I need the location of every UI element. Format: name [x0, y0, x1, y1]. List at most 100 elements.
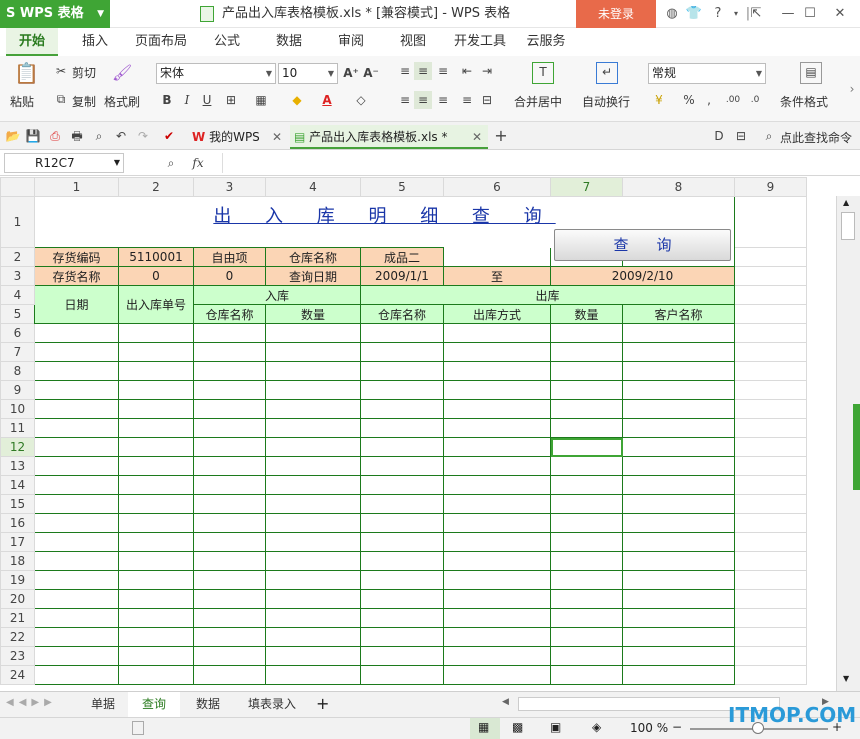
cell[interactable] — [265, 399, 361, 419]
cell[interactable] — [118, 418, 194, 438]
row-header[interactable]: 18 — [0, 551, 35, 571]
scroll-down-icon[interactable]: ▼ — [843, 674, 849, 683]
cell[interactable] — [360, 646, 444, 666]
skin-icon[interactable]: ◍ — [662, 4, 682, 24]
align-center-icon[interactable]: ≡ — [414, 91, 432, 109]
cell[interactable] — [193, 437, 266, 457]
font-size-select[interactable]: 10 ▼ — [278, 63, 338, 84]
row-header[interactable]: 9 — [0, 380, 35, 400]
cell[interactable] — [734, 589, 807, 609]
save-icon[interactable]: 💾 — [24, 127, 42, 145]
column-header[interactable]: 6 — [443, 177, 551, 197]
cell[interactable] — [622, 323, 735, 343]
row-header[interactable]: 24 — [0, 665, 35, 685]
cell[interactable] — [118, 342, 194, 362]
cell[interactable] — [360, 608, 444, 628]
tab-home[interactable]: 开始 — [6, 28, 58, 56]
cell[interactable] — [622, 342, 735, 362]
cell[interactable] — [265, 475, 361, 495]
cell[interactable] — [193, 456, 266, 476]
cell[interactable] — [265, 646, 361, 666]
label-cell[interactable]: 仓库名称 — [265, 247, 361, 267]
format-painter-button[interactable]: 格式刷 — [104, 93, 140, 110]
cell[interactable] — [193, 399, 266, 419]
row-header[interactable]: 8 — [0, 361, 35, 381]
row-header[interactable]: 13 — [0, 456, 35, 476]
select-all-corner[interactable] — [0, 177, 35, 197]
column-header[interactable]: 4 — [265, 177, 361, 197]
copy-icon[interactable]: ⧉ — [52, 90, 70, 108]
cell[interactable] — [360, 437, 444, 457]
row-header[interactable]: 7 — [0, 342, 35, 362]
cell[interactable] — [550, 342, 623, 362]
sheet-tab[interactable]: 填表录入 — [236, 692, 308, 717]
cell[interactable] — [265, 608, 361, 628]
cell[interactable] — [734, 418, 807, 438]
cell[interactable] — [622, 570, 735, 590]
formula-input[interactable] — [222, 153, 856, 173]
export-pdf-icon[interactable]: ⎙ — [46, 127, 64, 145]
label-cell[interactable]: 查询日期 — [265, 266, 361, 286]
cell[interactable] — [443, 323, 551, 343]
cell[interactable] — [622, 646, 735, 666]
tab-developer[interactable]: 开发工具 — [448, 28, 512, 56]
search-icon[interactable]: ⌕ — [760, 127, 778, 145]
cell[interactable] — [622, 418, 735, 438]
column-header[interactable]: 1 — [34, 177, 119, 197]
cell[interactable] — [360, 418, 444, 438]
cell[interactable] — [734, 285, 807, 305]
tab-review[interactable]: 审阅 — [328, 28, 374, 56]
cell[interactable] — [443, 646, 551, 666]
cell[interactable] — [734, 608, 807, 628]
cell[interactable] — [34, 494, 119, 514]
cut-icon[interactable]: ✂ — [52, 62, 70, 80]
cell[interactable] — [193, 323, 266, 343]
cell[interactable] — [360, 323, 444, 343]
cell[interactable] — [118, 361, 194, 381]
row-header[interactable]: 17 — [0, 532, 35, 552]
cell[interactable] — [193, 418, 266, 438]
scroll-up-icon[interactable]: ▲ — [843, 198, 849, 207]
cell[interactable] — [550, 551, 623, 571]
wrap-text-icon[interactable]: ↵ — [596, 62, 618, 84]
conditional-format-button[interactable]: 条件格式 — [780, 93, 828, 110]
row-header[interactable]: 14 — [0, 475, 35, 495]
copy-button[interactable]: 复制 — [72, 93, 96, 110]
cell[interactable] — [34, 589, 119, 609]
cell[interactable] — [734, 266, 807, 286]
reading-mode-icon[interactable]: ▣ — [550, 720, 561, 734]
cell[interactable] — [34, 551, 119, 571]
row-header[interactable]: 5 — [0, 304, 35, 324]
cell[interactable] — [34, 532, 119, 552]
cell[interactable] — [193, 608, 266, 628]
number-format-select[interactable]: 常规 ▼ — [648, 63, 766, 84]
cell[interactable] — [734, 361, 807, 381]
cell[interactable] — [265, 665, 361, 685]
zoom-out-icon[interactable]: − — [672, 720, 682, 734]
cell[interactable] — [360, 361, 444, 381]
font-color-icon[interactable]: A — [318, 91, 336, 109]
label-cell[interactable]: 存货编码 — [34, 247, 119, 267]
cell[interactable] — [360, 456, 444, 476]
find-command-input[interactable]: 点此查找命令 — [780, 129, 852, 146]
cell[interactable] — [550, 323, 623, 343]
side-panel-handle[interactable] — [853, 404, 860, 490]
cell[interactable] — [193, 646, 266, 666]
shirt-icon[interactable]: 👕 — [684, 4, 704, 24]
cell[interactable] — [118, 551, 194, 571]
paste-button[interactable]: 粘贴 — [10, 93, 34, 110]
cell[interactable] — [118, 665, 194, 685]
header-cell[interactable]: 出库 — [360, 285, 735, 305]
row-header[interactable]: 15 — [0, 494, 35, 514]
cell[interactable] — [34, 608, 119, 628]
cell[interactable] — [443, 361, 551, 381]
label-cell[interactable]: 自由项 — [193, 247, 266, 267]
value-cell[interactable]: 0 — [118, 266, 194, 286]
cell[interactable] — [193, 475, 266, 495]
cell[interactable] — [265, 456, 361, 476]
cell[interactable] — [360, 494, 444, 514]
print-icon[interactable]: 🖶 — [68, 127, 86, 145]
cell[interactable] — [443, 399, 551, 419]
tab-list-icon[interactable]: D — [710, 127, 728, 145]
cell[interactable] — [622, 380, 735, 400]
